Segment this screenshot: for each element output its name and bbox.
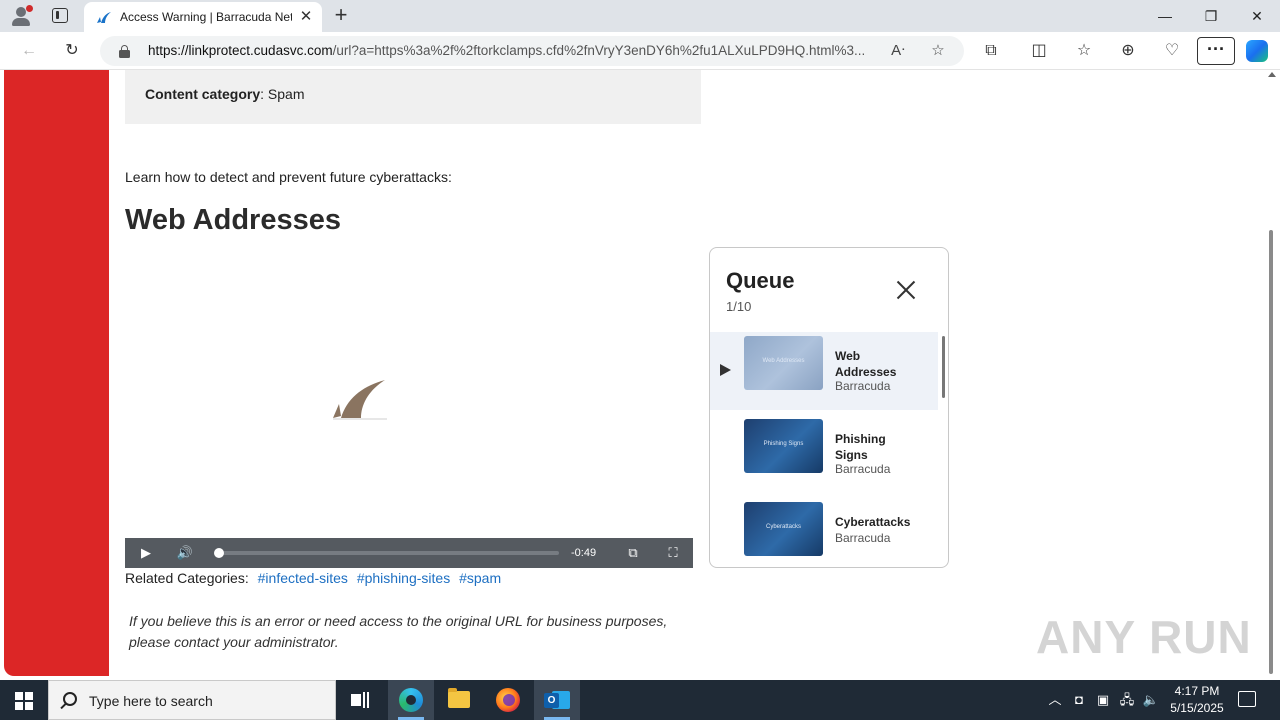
video-progress-handle[interactable]	[214, 548, 224, 558]
queue-thumbnail: Web Addresses	[744, 336, 823, 390]
tag-spam[interactable]: #spam	[459, 570, 501, 586]
play-icon[interactable]: ▶	[135, 538, 157, 568]
search-icon	[63, 692, 77, 706]
video-progress[interactable]	[214, 548, 559, 558]
system-clock[interactable]: 4:17 PM 5/15/2025	[1164, 683, 1230, 717]
task-view-icon	[351, 692, 369, 708]
extensions-icon[interactable]: ⧉	[978, 39, 1004, 63]
queue-item[interactable]: Web Addresses Web Addresses Barracuda	[710, 332, 938, 410]
address-bar[interactable]: https://linkprotect.cudasvc.com/url?a=ht…	[100, 36, 964, 66]
tag-infected-sites[interactable]: #infected-sites	[258, 570, 348, 586]
refresh-icon[interactable]: ↻	[59, 39, 85, 63]
picture-in-picture-icon[interactable]: ⧉	[621, 538, 645, 568]
taskbar-search[interactable]: Type here to search	[48, 680, 336, 720]
content-category-value: : Spam	[260, 86, 305, 102]
minimize-icon[interactable]: —	[1150, 4, 1180, 28]
tab-actions-icon[interactable]	[52, 8, 68, 23]
video-player[interactable]	[125, 248, 693, 568]
windows-start-icon[interactable]	[15, 692, 33, 710]
read-aloud-icon[interactable]: Aᐧ	[887, 40, 909, 62]
barracuda-logo-icon	[333, 380, 387, 420]
tab-close-icon[interactable]: ✕	[298, 9, 314, 25]
queue-thumbnail: Cyberattacks	[744, 502, 823, 556]
tab-strip: Access Warning | Barracuda Netw ✕ + — ❐ …	[0, 0, 1280, 32]
tray-outlook-icon[interactable]: ◘	[1067, 680, 1091, 720]
page-heading: Web Addresses	[125, 204, 341, 236]
url-text[interactable]: https://linkprotect.cudasvc.com/url?a=ht…	[148, 43, 878, 58]
queue-count: 1/10	[726, 299, 752, 314]
new-tab-icon[interactable]: +	[330, 4, 352, 27]
content-category-label: Content category	[145, 86, 261, 102]
queue-scrollbar[interactable]	[942, 336, 945, 398]
now-playing-icon	[720, 364, 731, 376]
queue-item-title: Web Addresses	[835, 349, 897, 379]
fullscreen-icon[interactable]: ⛶	[661, 538, 685, 568]
favorite-star-icon[interactable]: ☆	[927, 40, 949, 62]
collections-icon[interactable]: ⊕	[1115, 39, 1141, 63]
lock-icon[interactable]	[119, 45, 130, 58]
browser-toolbar: ← ↻ https://linkprotect.cudasvc.com/url?…	[0, 32, 1280, 70]
close-window-icon[interactable]: ✕	[1242, 4, 1272, 28]
queue-title: Queue	[726, 268, 795, 293]
brand-sidebar	[4, 70, 109, 676]
queue-item-channel: Barracuda	[835, 379, 891, 393]
network-icon[interactable]: 🖧	[1115, 680, 1139, 720]
firefox-icon	[496, 688, 520, 712]
file-explorer-icon	[448, 688, 470, 708]
queue-list: Web Addresses Web Addresses Barracuda Ph…	[710, 332, 940, 567]
tab-title: Access Warning | Barracuda Netw	[120, 10, 292, 24]
admin-notice: If you believe this is an error or need …	[129, 613, 668, 650]
page-viewport: Content category: Spam Learn how to dete…	[0, 70, 1280, 678]
taskbar-search-placeholder: Type here to search	[89, 693, 213, 709]
video-controls: ▶ 🔊 -0:49 ⧉ ⛶	[125, 538, 693, 568]
task-view-button[interactable]	[337, 680, 383, 720]
volume-tray-icon[interactable]: 🔈	[1139, 680, 1163, 720]
scroll-up-icon[interactable]	[1268, 72, 1276, 77]
explorer-taskbar-button[interactable]	[436, 680, 482, 720]
firefox-taskbar-button[interactable]	[485, 680, 531, 720]
restore-icon[interactable]: ❐	[1196, 4, 1226, 28]
anyrun-watermark: ANY RUN	[1036, 611, 1252, 663]
outlook-taskbar-button[interactable]: O	[534, 680, 580, 720]
copilot-icon[interactable]	[1246, 40, 1268, 62]
related-label: Related Categories:	[125, 570, 249, 586]
back-icon[interactable]: ←	[16, 39, 42, 63]
clock-time: 4:17 PM	[1174, 684, 1220, 698]
more-icon[interactable]: ···	[1197, 37, 1235, 65]
edge-taskbar-button[interactable]	[388, 680, 434, 720]
queue-item-channel: Barracuda	[835, 462, 891, 476]
notification-icon[interactable]	[1238, 691, 1256, 707]
outlook-icon: O	[544, 689, 570, 711]
queue-thumbnail: Phishing Signs	[744, 419, 823, 473]
tray-device-icon[interactable]: ▣	[1091, 680, 1115, 720]
queue-item-title: Cyberattacks	[835, 515, 911, 529]
time-remaining: -0:49	[571, 547, 597, 559]
browser-tab[interactable]: Access Warning | Barracuda Netw ✕	[84, 2, 322, 32]
volume-icon[interactable]: 🔊	[173, 538, 197, 568]
split-screen-icon[interactable]: ◫	[1026, 39, 1052, 63]
content-category-box: Content category: Spam	[125, 70, 701, 124]
profile-icon[interactable]	[10, 5, 33, 27]
taskbar: Type here to search O ︿ ◘ ▣ 🖧 🔈 4:17 PM …	[0, 680, 1280, 720]
clock-date: 5/15/2025	[1170, 701, 1224, 715]
tray-overflow-icon[interactable]: ︿	[1043, 680, 1067, 720]
favorites-icon[interactable]: ☆	[1071, 39, 1097, 63]
queue-close-icon[interactable]	[896, 280, 916, 300]
edge-icon	[399, 688, 423, 712]
queue-item[interactable]: Cyberattacks Cyberattacks Barracuda	[710, 498, 938, 567]
related-categories: Related Categories: #infected-sites #phi…	[125, 570, 501, 586]
queue-item-title: Phishing Signs	[835, 432, 886, 462]
performance-icon[interactable]: ♡	[1159, 39, 1185, 63]
video-queue-panel: Queue 1/10 Web Addresses Web Addresses B…	[709, 247, 949, 568]
queue-item[interactable]: Phishing Signs Phishing Signs Barracuda	[710, 415, 938, 493]
barracuda-favicon-icon	[97, 12, 111, 23]
page-scroll-thumb[interactable]	[1269, 230, 1273, 674]
learn-text: Learn how to detect and prevent future c…	[125, 169, 452, 185]
tag-phishing-sites[interactable]: #phishing-sites	[357, 570, 450, 586]
queue-item-channel: Barracuda	[835, 531, 891, 545]
